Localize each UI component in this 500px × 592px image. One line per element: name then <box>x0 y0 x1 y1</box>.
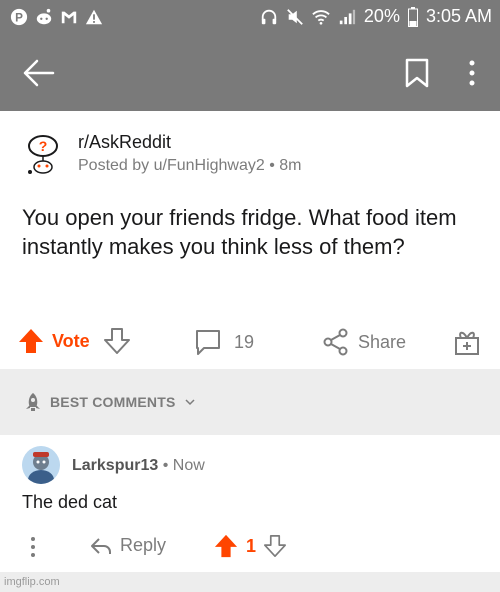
wifi-icon <box>312 9 330 25</box>
upvote-icon[interactable] <box>18 328 44 354</box>
commenter-avatar[interactable] <box>22 446 60 484</box>
share-button[interactable]: Share <box>322 328 406 356</box>
award-icon[interactable] <box>453 328 481 356</box>
app-bar <box>0 36 500 111</box>
post-header: ? r/AskReddit Posted by u/FunHighway2 • … <box>0 124 500 184</box>
post-actions: Vote 19 Share <box>0 322 500 364</box>
svg-text:?: ? <box>39 138 48 154</box>
footer-band <box>0 572 500 592</box>
more-vertical-icon[interactable] <box>462 58 482 88</box>
gmail-icon <box>61 11 77 24</box>
status-bar: P 20% 3:05 AM <box>0 0 500 36</box>
share-label: Share <box>358 331 407 352</box>
reddit-icon <box>36 8 52 25</box>
battery-icon <box>407 6 418 27</box>
clock: 3:05 AM <box>425 6 492 26</box>
more-vertical-icon[interactable] <box>26 536 40 558</box>
watermark: imgflip.com <box>4 576 60 588</box>
downvote-icon[interactable] <box>103 328 130 354</box>
post-meta[interactable]: Posted by u/FunHighway2 • 8m <box>78 157 302 175</box>
chevron-down-icon <box>184 399 195 406</box>
comment-username[interactable]: Larkspur13 <box>72 457 158 474</box>
comment-time: • Now <box>158 457 205 474</box>
comments-count: 19 <box>234 331 255 352</box>
comment-actions: Reply 1 <box>0 530 500 564</box>
comment-score: 1 <box>246 535 257 556</box>
sort-selector[interactable]: BEST COMMENTS <box>24 392 196 412</box>
sort-label: BEST COMMENTS <box>50 394 176 410</box>
comment-icon <box>196 330 220 355</box>
vote-label: Vote <box>52 330 90 351</box>
vote-group: Vote <box>18 328 130 354</box>
post-title: You open your friends fridge. What food … <box>22 205 457 259</box>
comments-button[interactable]: 19 <box>194 328 254 356</box>
comment-body: The ded cat <box>22 492 118 512</box>
share-icon <box>323 328 348 356</box>
upvote-icon[interactable] <box>214 534 238 558</box>
downvote-icon[interactable] <box>264 535 287 557</box>
subreddit-name[interactable]: r/AskReddit <box>78 132 171 153</box>
battery-percent: 20% <box>363 6 400 26</box>
subreddit-avatar[interactable]: ? <box>20 132 66 178</box>
reply-icon <box>91 537 111 554</box>
comment-author[interactable]: Larkspur13 • Now <box>72 457 205 475</box>
mute-icon <box>287 8 303 25</box>
rocket-icon <box>26 393 40 411</box>
reply-button[interactable]: Reply <box>90 535 166 556</box>
comment-vote-group: 1 <box>214 534 287 558</box>
headphones-icon <box>261 9 277 24</box>
back-arrow-icon[interactable] <box>22 56 56 90</box>
signal-icon <box>339 9 356 24</box>
pinterest-icon: P <box>10 8 28 26</box>
svg-text:P: P <box>15 12 23 25</box>
bookmark-icon[interactable] <box>404 58 430 88</box>
reply-label: Reply <box>120 535 167 555</box>
warning-icon <box>85 9 103 25</box>
